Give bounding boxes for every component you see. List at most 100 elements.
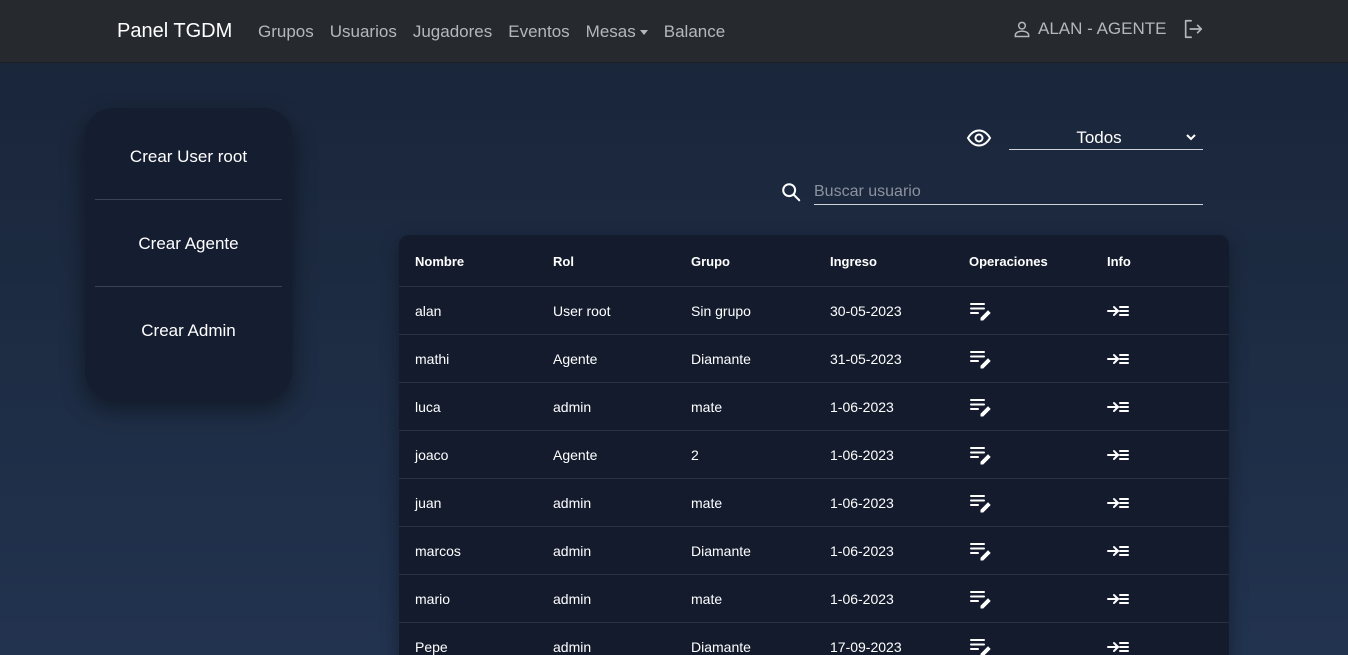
nav-link-usuarios[interactable]: Usuarios <box>330 22 397 42</box>
cell-grupo: mate <box>691 399 723 415</box>
navbar: Panel TGDM Grupos Usuarios Jugadores Eve… <box>0 0 1348 63</box>
cell-rol: admin <box>553 399 592 415</box>
info-button[interactable] <box>1107 623 1129 655</box>
eye-icon[interactable] <box>966 127 992 149</box>
info-button[interactable] <box>1107 431 1129 479</box>
nav-link-jugadores[interactable]: Jugadores <box>413 22 492 42</box>
edit-list-icon <box>970 639 991 655</box>
caret-down-icon <box>639 29 648 35</box>
arrow-list-icon <box>1107 546 1129 556</box>
search-icon <box>782 183 801 202</box>
edit-list-icon <box>970 495 991 513</box>
cell-rol: admin <box>553 495 592 511</box>
table-row: mathi Agente Diamante 31-05-2023 <box>399 335 1229 383</box>
cell-ingreso: 31-05-2023 <box>830 351 902 367</box>
cell-grupo: Sin grupo <box>691 303 751 319</box>
cell-rol: admin <box>553 543 592 559</box>
cell-grupo: Diamante <box>691 543 751 559</box>
cell-nombre: marcos <box>415 543 461 559</box>
create-user-root-button[interactable]: Crear User root <box>95 113 282 200</box>
cell-ingreso: 1-06-2023 <box>830 447 894 463</box>
edit-button[interactable] <box>969 431 991 479</box>
nav-link-balance[interactable]: Balance <box>664 22 725 42</box>
arrow-list-icon <box>1107 594 1129 604</box>
edit-list-icon <box>970 543 991 561</box>
header-rol: Rol <box>553 253 574 269</box>
cell-rol: admin <box>553 591 592 607</box>
nav-link-mesas-label: Mesas <box>585 22 636 41</box>
person-icon <box>1014 21 1030 38</box>
nav-links: Grupos Usuarios Jugadores Eventos Mesas … <box>258 22 741 42</box>
create-agente-button[interactable]: Crear Agente <box>95 200 282 287</box>
sidebar-card: Crear User root Crear Agente Crear Admin <box>85 108 292 399</box>
cell-nombre: mathi <box>415 351 450 367</box>
user-menu[interactable]: ALAN - AGENTE <box>1012 19 1166 39</box>
header-operaciones: Operaciones <box>969 253 1048 269</box>
arrow-list-icon <box>1107 642 1129 652</box>
info-button[interactable] <box>1107 383 1129 431</box>
table-row: marcos admin Diamante 1-06-2023 <box>399 527 1229 575</box>
table-row: joaco Agente 2 1-06-2023 <box>399 431 1229 479</box>
search-input[interactable] <box>814 180 1203 205</box>
edit-button[interactable] <box>969 335 991 383</box>
table-row: luca admin mate 1-06-2023 <box>399 383 1229 431</box>
cell-rol: Agente <box>553 447 598 463</box>
users-table: Nombre Rol Grupo Ingreso Operaciones Inf… <box>399 235 1229 655</box>
edit-list-icon <box>970 447 991 465</box>
edit-list-icon <box>970 303 991 321</box>
table-row: mario admin mate 1-06-2023 <box>399 575 1229 623</box>
arrow-list-icon <box>1107 402 1129 412</box>
arrow-list-icon <box>1107 306 1129 316</box>
cell-grupo: mate <box>691 591 723 607</box>
table-row: Pepe admin Diamante 17-09-2023 <box>399 623 1229 655</box>
header-grupo: Grupo <box>691 253 730 269</box>
info-button[interactable] <box>1107 335 1129 383</box>
cell-nombre: juan <box>415 495 442 511</box>
table-row: alan User root Sin grupo 30-05-2023 <box>399 287 1229 335</box>
cell-nombre: Pepe <box>415 639 448 655</box>
chevron-down-icon <box>1186 134 1196 141</box>
role-filter-select[interactable]: Todos <box>1009 127 1203 150</box>
table-header: Nombre Rol Grupo Ingreso Operaciones Inf… <box>399 235 1229 287</box>
nav-link-grupos[interactable]: Grupos <box>258 22 314 42</box>
info-button[interactable] <box>1107 479 1129 527</box>
edit-button[interactable] <box>969 287 991 335</box>
info-button[interactable] <box>1107 527 1129 575</box>
nav-link-eventos[interactable]: Eventos <box>508 22 569 42</box>
cell-rol: Agente <box>553 351 598 367</box>
arrow-list-icon <box>1107 498 1129 508</box>
role-filter-value: Todos <box>1076 128 1122 147</box>
arrow-list-icon <box>1107 354 1129 364</box>
edit-button[interactable] <box>969 575 991 623</box>
cell-nombre: joaco <box>415 447 449 463</box>
edit-list-icon <box>970 399 991 417</box>
cell-ingreso: 1-06-2023 <box>830 591 894 607</box>
cell-nombre: alan <box>415 303 442 319</box>
info-button[interactable] <box>1107 287 1129 335</box>
cell-nombre: mario <box>415 591 451 607</box>
edit-button[interactable] <box>969 623 991 655</box>
cell-ingreso: 17-09-2023 <box>830 639 902 655</box>
info-button[interactable] <box>1107 575 1129 623</box>
cell-ingreso: 1-06-2023 <box>830 399 894 415</box>
header-info: Info <box>1107 253 1131 269</box>
user-name: ALAN - AGENTE <box>1038 19 1167 38</box>
cell-nombre: luca <box>415 399 441 415</box>
cell-ingreso: 30-05-2023 <box>830 303 902 319</box>
cell-ingreso: 1-06-2023 <box>830 543 894 559</box>
edit-list-icon <box>970 591 991 609</box>
edit-button[interactable] <box>969 527 991 575</box>
table-row: juan admin mate 1-06-2023 <box>399 479 1229 527</box>
logout-icon[interactable] <box>1182 18 1204 40</box>
brand-title[interactable]: Panel TGDM <box>117 20 232 43</box>
cell-rol: admin <box>553 639 592 655</box>
create-admin-button[interactable]: Crear Admin <box>95 287 282 374</box>
cell-grupo: 2 <box>691 447 699 463</box>
cell-rol: User root <box>553 303 611 319</box>
cell-grupo: mate <box>691 495 723 511</box>
edit-button[interactable] <box>969 383 991 431</box>
header-nombre: Nombre <box>415 253 465 269</box>
nav-link-mesas-dropdown[interactable]: Mesas <box>586 22 648 42</box>
edit-button[interactable] <box>969 479 991 527</box>
arrow-list-icon <box>1107 450 1129 460</box>
